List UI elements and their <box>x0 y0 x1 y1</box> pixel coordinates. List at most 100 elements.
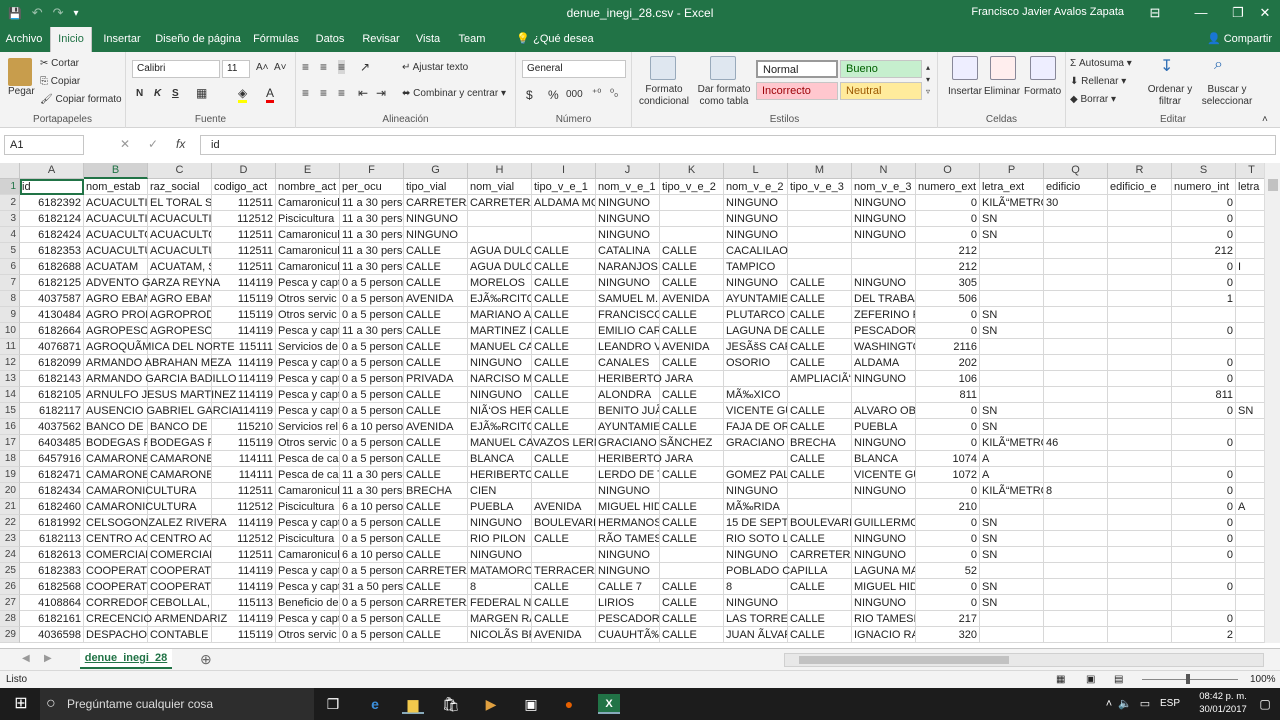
row-header[interactable]: 19 <box>0 467 20 483</box>
cell[interactable]: 1 <box>1172 291 1236 307</box>
cell[interactable]: NIÃ‘OS HERO <box>468 403 532 419</box>
conditional-format-icon[interactable] <box>650 56 676 80</box>
align-top-icon[interactable]: ≡ <box>302 60 309 74</box>
cell[interactable]: EJÃ‰RCITO <box>468 291 532 307</box>
cell[interactable]: ACUACULTIVO <box>84 195 148 211</box>
cell[interactable]: BRECHA <box>788 435 852 451</box>
tab-revisar[interactable]: Revisar <box>358 27 404 52</box>
cell[interactable] <box>532 483 596 499</box>
cell[interactable]: NINGUNO <box>852 435 916 451</box>
merge-center-button[interactable]: ⬌ Combinar y centrar ▾ <box>402 88 506 99</box>
zoom-thumb[interactable] <box>1186 674 1190 684</box>
cell[interactable]: 0 a 5 persona <box>340 563 404 579</box>
cell[interactable]: CALLE <box>532 419 596 435</box>
cell[interactable]: ALDAMA <box>852 355 916 371</box>
cell[interactable]: HERIBERTO JARA <box>596 451 693 467</box>
cell[interactable]: Pesca y capt <box>276 563 340 579</box>
cell[interactable]: per_ocu <box>340 179 404 195</box>
cell[interactable]: 0 <box>1172 499 1236 515</box>
cell[interactable]: 11 a 30 perso <box>340 467 404 483</box>
cell[interactable]: 6403485 <box>20 435 84 451</box>
cell[interactable] <box>1108 243 1172 259</box>
row-header[interactable]: 20 <box>0 483 20 499</box>
maximize-button[interactable]: ❐ <box>1224 0 1252 27</box>
cell[interactable]: KILÃ“METRO <box>980 435 1044 451</box>
cell[interactable]: CALLE <box>788 403 852 419</box>
vertical-scrollbar[interactable] <box>1264 163 1280 643</box>
cell[interactable] <box>788 227 852 243</box>
cell[interactable]: A <box>1236 499 1264 515</box>
cell[interactable]: COMERCIALI <box>148 547 212 563</box>
cell[interactable] <box>660 483 724 499</box>
decrease-indent-icon[interactable]: ⇤ <box>358 86 368 100</box>
cell[interactable]: 0 a 5 persona <box>340 611 404 627</box>
cell[interactable]: 6182124 <box>20 211 84 227</box>
cell[interactable] <box>788 483 852 499</box>
cell[interactable]: 6182105 <box>20 387 84 403</box>
paste-icon[interactable] <box>8 58 32 86</box>
cell[interactable]: Pesca de can <box>276 451 340 467</box>
cell[interactable] <box>1236 339 1264 355</box>
cell[interactable]: AGRO PRODU <box>84 307 148 323</box>
cell[interactable]: BANCO DE SE <box>84 419 148 435</box>
cell[interactable]: numero_ext <box>916 179 980 195</box>
cell[interactable] <box>980 259 1044 275</box>
column-header-s[interactable]: S <box>1172 163 1236 179</box>
cell[interactable] <box>724 451 788 467</box>
column-header-k[interactable]: K <box>660 163 724 179</box>
cell[interactable]: GRACIANO SÃNCHEZ <box>596 435 712 451</box>
cell[interactable]: 811 <box>916 387 980 403</box>
cell[interactable]: 0 a 5 persona <box>340 339 404 355</box>
cell[interactable]: ZEFERINO FA <box>852 307 916 323</box>
cell[interactable] <box>1236 323 1264 339</box>
cell[interactable]: 4108864 <box>20 595 84 611</box>
sheet-tab[interactable]: denue_inegi_28 <box>80 649 172 669</box>
cell[interactable]: NINGUNO <box>852 211 916 227</box>
cell[interactable]: 11 a 30 perso <box>340 195 404 211</box>
cell[interactable]: 6 a 10 person <box>340 499 404 515</box>
cell[interactable]: Pesca y capt <box>276 387 340 403</box>
wrap-text-button[interactable]: ↵ Ajustar texto <box>402 62 468 73</box>
sort-filter-icon[interactable]: ↧ <box>1160 56 1173 76</box>
cell[interactable]: Camaronicul <box>276 547 340 563</box>
cell[interactable]: 114119 <box>212 563 276 579</box>
cell[interactable]: GUILLERMO <box>852 515 916 531</box>
cell[interactable]: CALLE <box>532 595 596 611</box>
cell[interactable]: 0 <box>916 547 980 563</box>
find-select-icon[interactable]: ⌕ <box>1214 56 1223 74</box>
cell[interactable]: NARCISO ME <box>468 371 532 387</box>
cell[interactable]: MORELOS <box>468 275 532 291</box>
row-header[interactable]: 10 <box>0 323 20 339</box>
cell[interactable]: NINGUNO <box>852 547 916 563</box>
cell[interactable]: Camaronicul <box>276 195 340 211</box>
add-sheet-icon[interactable]: ⊕ <box>200 651 212 668</box>
formula-input[interactable]: id <box>200 135 1276 155</box>
cell[interactable]: 0 <box>916 483 980 499</box>
format-as-table-button[interactable]: Dar formato como tabla <box>694 84 754 108</box>
cell[interactable]: 6182125 <box>20 275 84 291</box>
tab-inicio[interactable]: Inicio <box>50 27 92 52</box>
cell[interactable]: SN <box>980 515 1044 531</box>
tab-archivo[interactable]: Archivo <box>0 27 48 52</box>
cell[interactable]: 0 <box>1172 547 1236 563</box>
cell[interactable] <box>1172 339 1236 355</box>
cell[interactable]: CALLE <box>788 419 852 435</box>
cell[interactable]: CALLE <box>404 259 468 275</box>
cell[interactable]: 4036598 <box>20 627 84 643</box>
cell[interactable]: SN <box>980 211 1044 227</box>
cell[interactable]: RÃO TAMESÃ <box>596 531 660 547</box>
cell[interactable]: 112512 <box>212 499 276 515</box>
cell[interactable]: 6182143 <box>20 371 84 387</box>
cell[interactable]: MÃ‰RIDA <box>724 499 788 515</box>
cell[interactable]: GOMEZ PALA <box>724 467 788 483</box>
paste-button[interactable]: Pegar <box>8 86 35 97</box>
tab-datos[interactable]: Datos <box>308 27 352 52</box>
firefox-icon[interactable]: ● <box>558 694 580 714</box>
cell[interactable]: AGRO EBANO <box>84 291 148 307</box>
cell[interactable]: 6182613 <box>20 547 84 563</box>
cell[interactable]: 6182424 <box>20 227 84 243</box>
cell[interactable] <box>1044 467 1108 483</box>
cell[interactable] <box>468 227 532 243</box>
cell[interactable]: nom_v_e_1 <box>596 179 660 195</box>
cell[interactable]: 8 <box>724 579 788 595</box>
